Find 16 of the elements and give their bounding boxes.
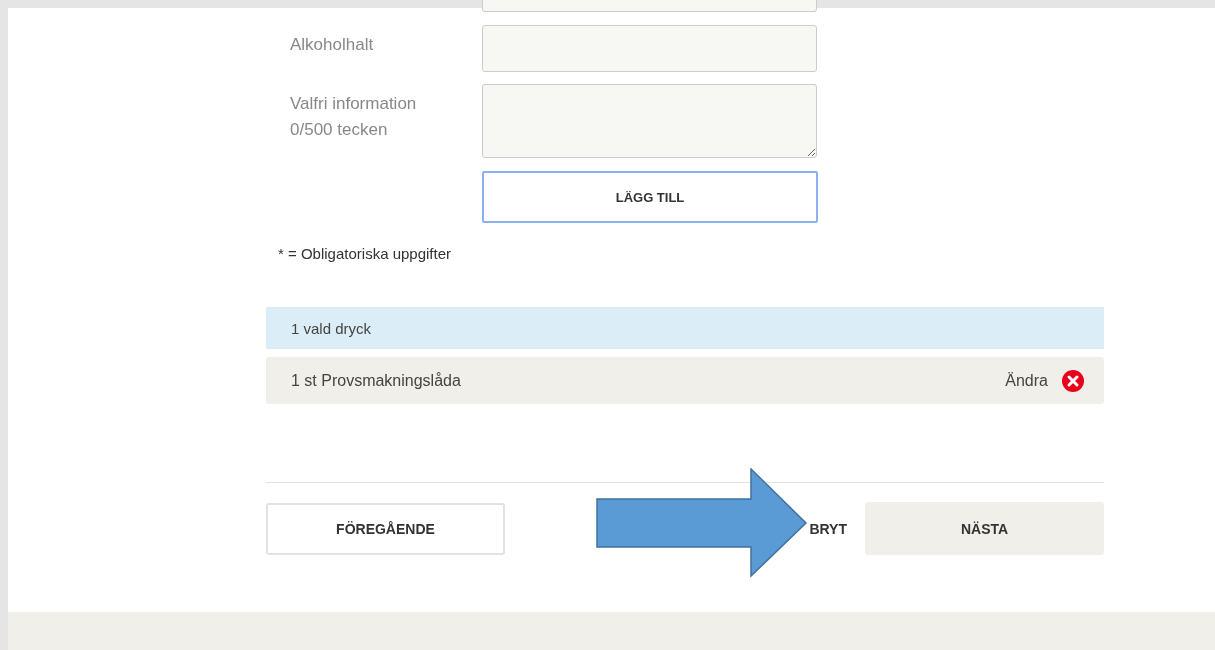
cancel-link[interactable]: BRYT [809,520,847,537]
add-button[interactable]: LÄGG TILL [482,171,818,223]
selection-summary: 1 vald dryck [291,319,372,337]
item-name: 1 st Provsmakningslåda [291,371,461,390]
remove-icon[interactable] [1062,369,1084,392]
field-label: Valfri information [290,93,418,115]
field-label: Alkoholhalt [290,34,375,56]
character-counter: 0/500 tecken [290,119,389,141]
input-field[interactable] [482,25,817,72]
text-area[interactable] [482,84,817,158]
edit-link[interactable]: Ändra [1005,371,1048,390]
input-field[interactable] [482,0,817,12]
arrow-icon [596,468,808,578]
next-button[interactable]: NÄSTA [865,502,1104,555]
previous-button[interactable]: FÖREGÅENDE [266,502,505,555]
required-note: * = Obligatoriska uppgifter [278,245,452,262]
